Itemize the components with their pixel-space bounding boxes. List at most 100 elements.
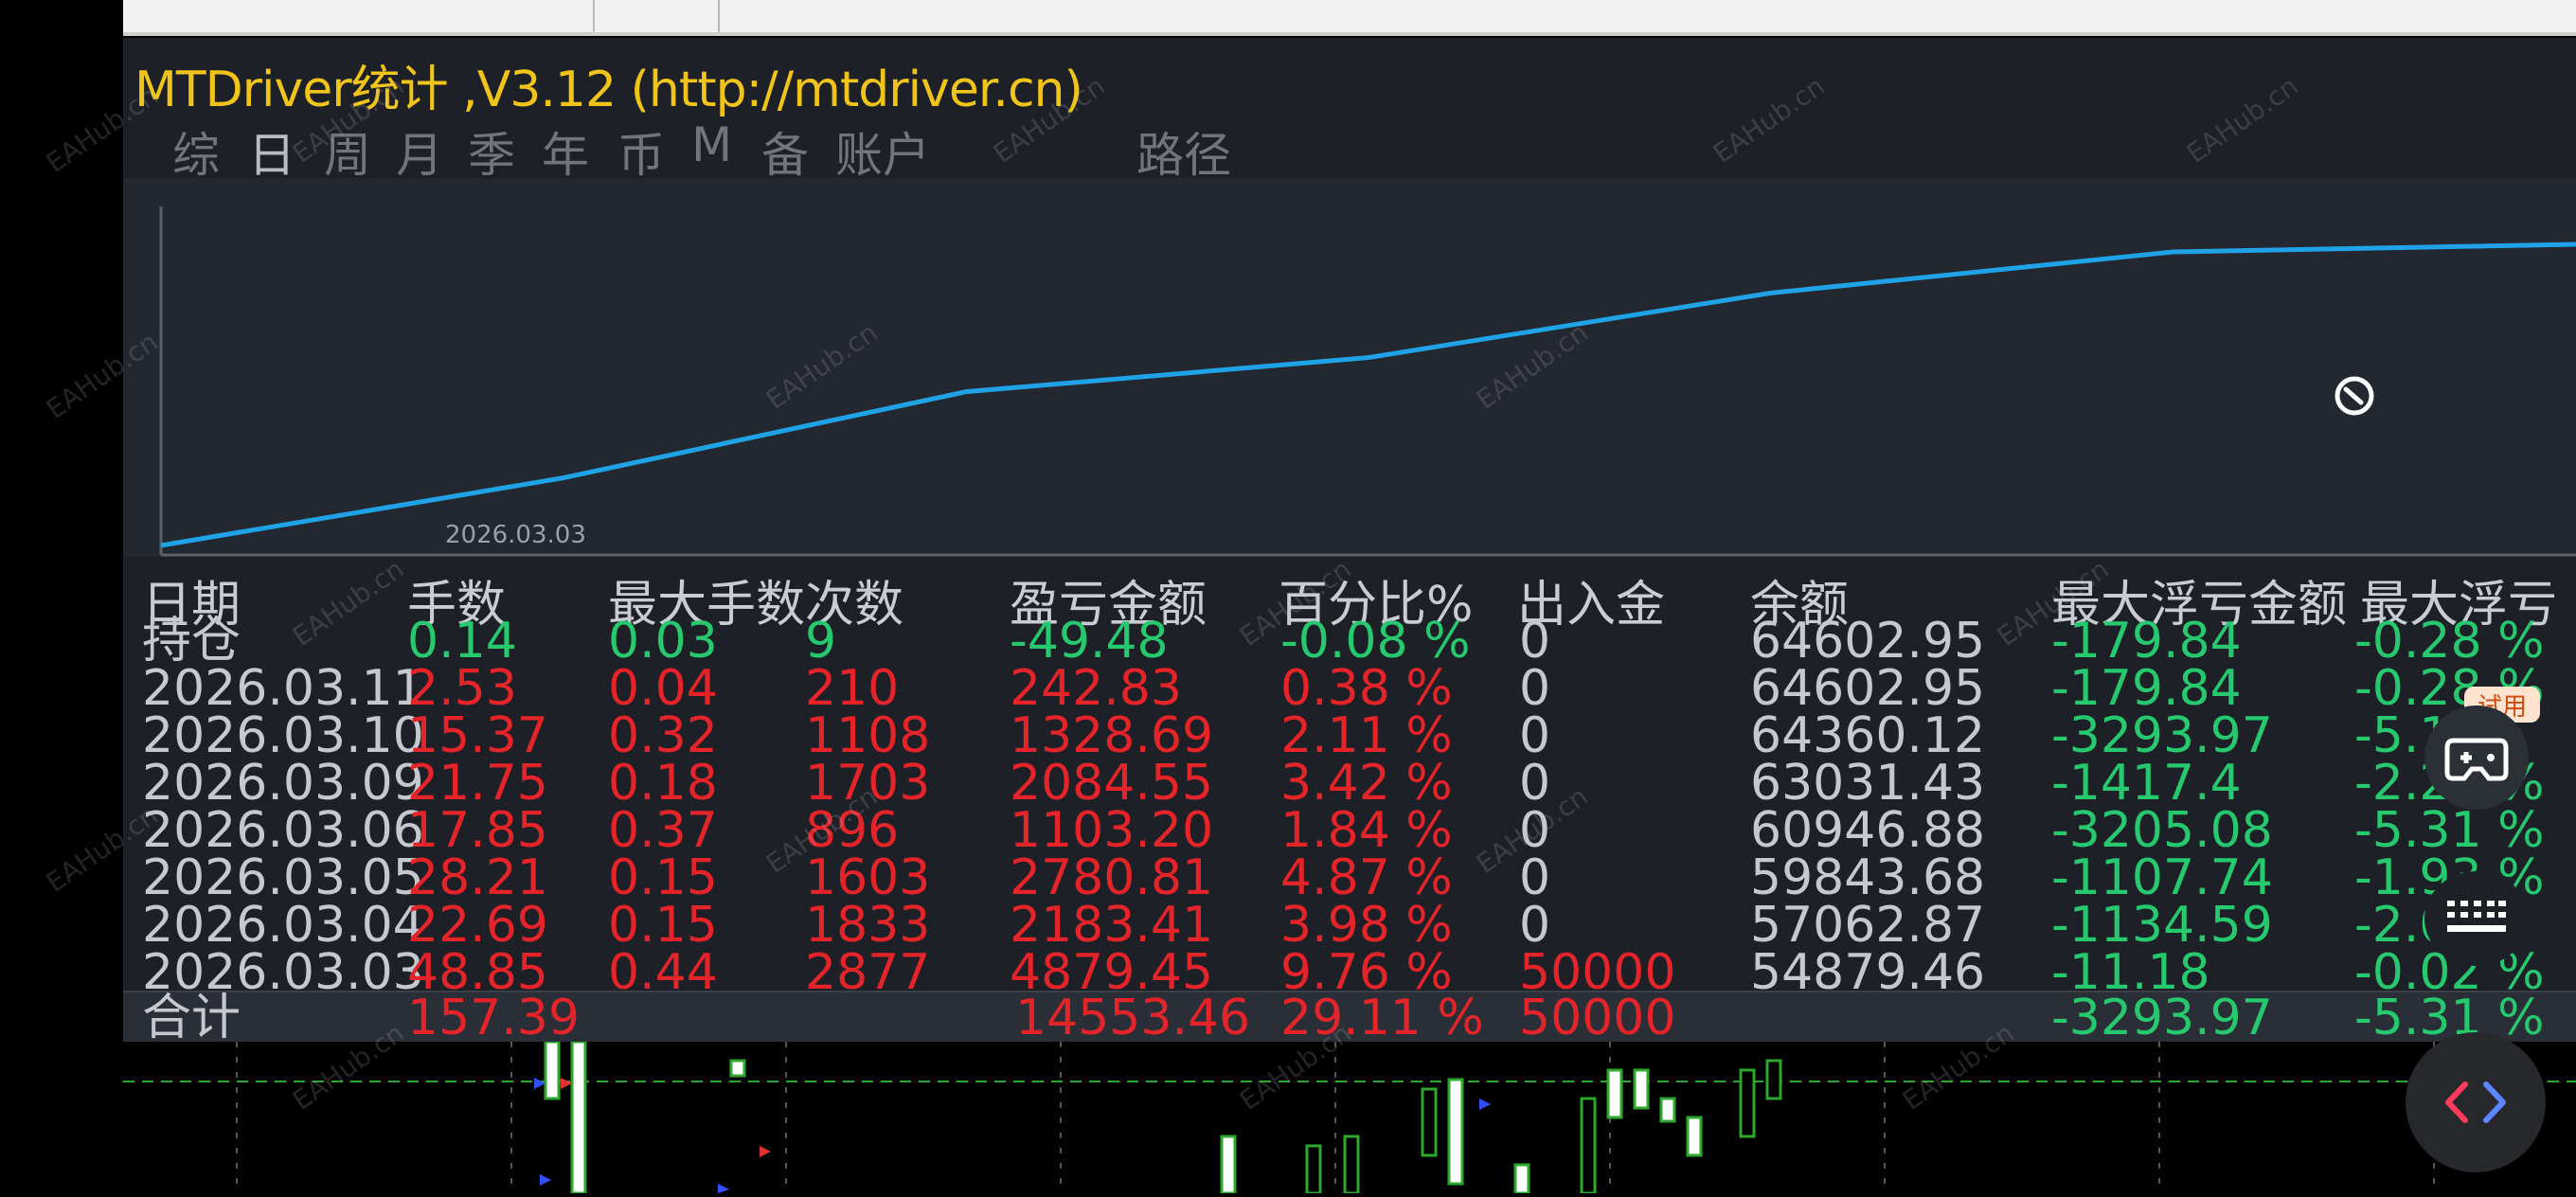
row-max-dd-amount: -3205.08 <box>2051 802 2273 859</box>
row-date: 2026.03.05 <box>142 849 424 906</box>
table-row: 2026.03.09 21.75 0.18 1703 2084.55 3.42 % 0 630… <box>123 755 2576 812</box>
row-flow: 0 <box>1519 707 1551 764</box>
row-lots: 21.75 <box>407 755 548 812</box>
tag-button[interactable] <box>2307 348 2402 443</box>
row-flow: 0 <box>1519 755 1551 812</box>
total-lots: 157.39 <box>407 990 580 1042</box>
candlestick-chart <box>123 1040 2576 1195</box>
row-max-lots: 0.03 <box>608 613 718 670</box>
tab-notes[interactable]: 备 <box>761 117 809 186</box>
row-max-lots: 0.15 <box>608 849 718 906</box>
toolbar-divider <box>718 0 720 32</box>
row-max-dd-amount: -1417.4 <box>2051 755 2242 812</box>
row-date: 2026.03.11 <box>142 660 424 717</box>
keyboard-button[interactable] <box>2424 871 2529 966</box>
row-flow: 0 <box>1519 660 1551 717</box>
row-count: 1603 <box>805 849 931 906</box>
row-lots: 28.21 <box>407 849 548 906</box>
row-pnl: 242.83 <box>1010 660 1182 717</box>
row-date: 2026.03.09 <box>142 755 424 812</box>
row-percent: 3.98 % <box>1280 897 1453 954</box>
total-flow: 50000 <box>1519 990 1676 1042</box>
row-percent: 2.11 % <box>1280 707 1453 764</box>
candle <box>1606 1068 1623 1119</box>
row-max-lots: 0.37 <box>608 802 718 859</box>
tab-month[interactable]: 月 <box>396 117 443 186</box>
gamepad-icon <box>2444 738 2509 781</box>
row-count: 896 <box>805 802 900 859</box>
trade-arrow-buy <box>1479 1099 1491 1110</box>
trade-arrow-buy <box>540 1174 551 1186</box>
trade-arrow-buy <box>534 1078 546 1089</box>
table-row: 2026.03.04 22.69 0.15 1833 2183.41 3.98 % 0 570… <box>123 897 2576 954</box>
equity-series-line <box>160 241 2576 548</box>
stats-panel: MTDriver统计 ,V3.12 (http://mtdriver.cn) 综… <box>123 38 2576 1042</box>
row-pnl: 2183.41 <box>1010 897 1214 954</box>
row-pnl: 1328.69 <box>1010 707 1214 764</box>
row-lots: 22.69 <box>407 897 548 954</box>
tag-icon <box>2334 376 2374 416</box>
candle <box>1765 1059 1782 1100</box>
row-max-dd-amount: -1107.74 <box>2051 849 2273 906</box>
row-max-dd: -0.28 % <box>2354 613 2545 670</box>
total-row: 合计 157.39 14553.46 29.11 % 50000 -3293.9… <box>123 991 2576 1042</box>
row-balance: 64602.95 <box>1750 660 1986 717</box>
row-max-lots: 0.04 <box>608 660 718 717</box>
tab-m[interactable]: M <box>691 117 732 172</box>
row-balance: 57062.87 <box>1750 897 1986 954</box>
row-max-dd-amount: -3293.97 <box>2051 707 2273 764</box>
equity-chart <box>123 178 2576 557</box>
row-count: 2877 <box>805 944 931 1001</box>
candle <box>1659 1097 1676 1123</box>
row-percent: 3.42 % <box>1280 755 1453 812</box>
row-pnl: 2780.81 <box>1010 849 1214 906</box>
tab-account[interactable]: 账户 <box>835 117 930 186</box>
code-button[interactable] <box>2406 1032 2546 1172</box>
tab-summary[interactable]: 综 <box>172 117 220 186</box>
equity-line-chart <box>159 206 2576 557</box>
row-percent: 4.87 % <box>1280 849 1453 906</box>
candle <box>1220 1134 1237 1195</box>
price-chart-background <box>123 1040 2576 1195</box>
total-label: 合计 <box>142 990 242 1042</box>
row-date: 2026.03.06 <box>142 802 424 859</box>
candle <box>1633 1068 1650 1110</box>
tab-quarter[interactable]: 季 <box>468 117 515 186</box>
candle <box>1513 1163 1530 1195</box>
toolbar-divider <box>593 0 595 32</box>
candle <box>729 1059 746 1078</box>
row-max-lots: 0.32 <box>608 707 718 764</box>
candle <box>570 1040 587 1195</box>
total-percent: 29.11 % <box>1280 990 1484 1042</box>
row-date: 2026.03.10 <box>142 707 424 764</box>
row-count: 1108 <box>805 707 931 764</box>
row-max-lots: 0.18 <box>608 755 718 812</box>
gamepad-button[interactable] <box>2424 706 2529 810</box>
tab-day[interactable]: 日 <box>248 117 295 186</box>
table-row: 2026.03.06 17.85 0.37 896 1103.20 1.84 % 0 6094… <box>123 802 2576 859</box>
row-balance: 54879.46 <box>1750 944 1986 1001</box>
row-count: 210 <box>805 660 900 717</box>
row-flow: 0 <box>1519 802 1551 859</box>
row-flow: 0 <box>1519 849 1551 906</box>
row-balance: 60946.88 <box>1750 802 1986 859</box>
row-flow: 0 <box>1519 897 1551 954</box>
candle <box>1739 1068 1756 1138</box>
tab-week[interactable]: 周 <box>324 117 371 186</box>
keyboard-icon <box>2447 901 2506 932</box>
candle <box>1421 1087 1438 1157</box>
total-pnl: 14553.46 <box>1015 990 1251 1042</box>
tab-year[interactable]: 年 <box>542 117 589 186</box>
tab-path[interactable]: 路径 <box>1136 117 1231 186</box>
candle <box>1580 1097 1597 1195</box>
row-date: 2026.03.04 <box>142 897 424 954</box>
table-row: 2026.03.10 15.37 0.32 1108 1328.69 2.11 % 0 643… <box>123 707 2576 764</box>
row-flow: 0 <box>1519 613 1551 670</box>
tab-currency[interactable]: 币 <box>617 117 665 186</box>
row-max-lots: 0.15 <box>608 897 718 954</box>
row-pnl: 1103.20 <box>1010 802 1214 859</box>
table-row: 2026.03.05 28.21 0.15 1603 2780.81 4.87 % 0 598… <box>123 849 2576 906</box>
row-lots: 15.37 <box>407 707 548 764</box>
row-lots: 2.53 <box>407 660 517 717</box>
row-lots: 17.85 <box>407 802 548 859</box>
